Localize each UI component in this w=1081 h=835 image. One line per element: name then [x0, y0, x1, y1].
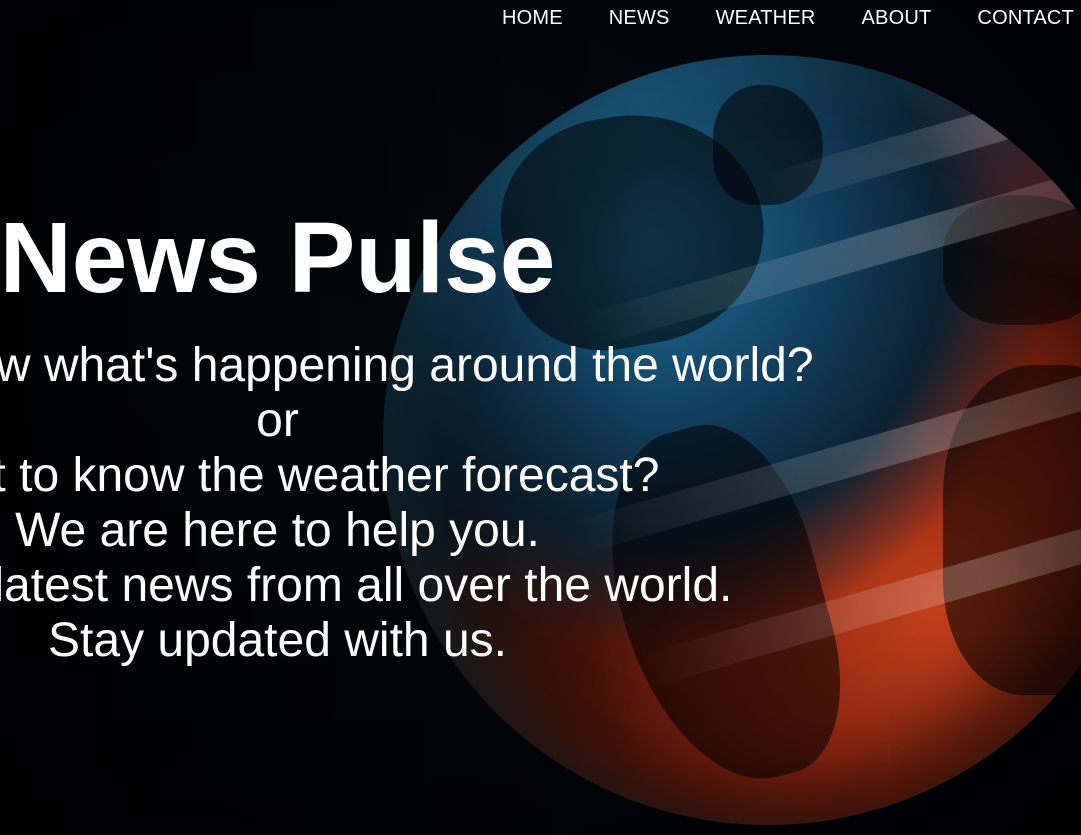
nav-home[interactable]: HOME — [502, 7, 563, 30]
nav-contact[interactable]: CONTACT — [977, 7, 1074, 30]
hero-line-4: We are here to help you. — [15, 504, 540, 557]
hero-title: News Pulse — [0, 202, 556, 314]
hero-text: Want to know what's happening around the… — [0, 338, 820, 668]
nav-news[interactable]: NEWS — [609, 7, 670, 30]
hero-section: News Pulse Want to know what's happening… — [0, 200, 820, 668]
page: HOME NEWS WEATHER ABOUT CONTACT News Pul… — [0, 0, 1081, 835]
hero-line-1: Want to know what's happening around the… — [0, 339, 814, 392]
hero-line-5: Get the latest news from all over the wo… — [0, 559, 733, 612]
hero-line-6: Stay updated with us. — [48, 614, 507, 667]
nav-weather[interactable]: WEATHER — [716, 7, 816, 30]
nav-about[interactable]: ABOUT — [862, 7, 932, 30]
top-nav: HOME NEWS WEATHER ABOUT CONTACT — [502, 0, 1081, 36]
hero-line-3: Want to know the weather forecast? — [0, 449, 660, 502]
hero-line-2: or — [256, 394, 299, 447]
